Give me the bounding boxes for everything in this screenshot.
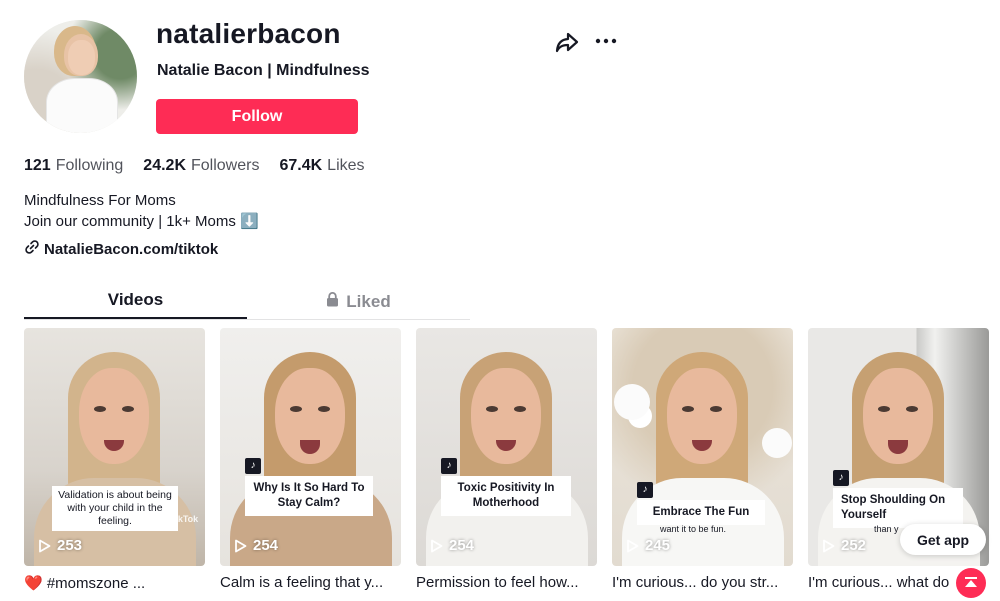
play-count: 253	[38, 537, 82, 554]
tiktok-logo-icon: ♪	[441, 458, 457, 474]
play-count-value: 252	[841, 537, 867, 554]
play-icon	[431, 539, 443, 552]
followers-count: 24.2K	[143, 157, 186, 174]
more-options-icon[interactable]	[594, 30, 618, 52]
tiktok-logo-icon: ♪	[245, 458, 261, 474]
profile-link[interactable]: NatalieBacon.com/tiktok	[24, 239, 218, 259]
video-description[interactable]: Calm is a feeling that y...	[220, 574, 401, 591]
tab-liked[interactable]: Liked	[247, 284, 470, 319]
play-count-value: 253	[57, 537, 83, 554]
play-count: 254	[234, 537, 278, 554]
following-count: 121	[24, 157, 51, 174]
stat-followers[interactable]: 24.2K Followers	[143, 157, 259, 175]
video-thumbnail[interactable]: ♪ Embrace The Fun want it to be fun. 245	[612, 328, 793, 566]
profile-username: natalierbacon	[156, 18, 341, 49]
video-caption: Stop Shoulding On Yourself	[833, 488, 963, 528]
tiktok-logo-icon: ♪	[637, 482, 653, 498]
video-caption: Why Is It So Hard To Stay Calm?	[245, 476, 373, 516]
play-count: 245	[626, 537, 670, 554]
play-count: 252	[822, 537, 866, 554]
play-count-value: 245	[645, 537, 671, 554]
profile-bio: Mindfulness For Moms Join our community …	[24, 190, 259, 232]
video-subcaption: want it to be fun.	[660, 524, 727, 534]
video-description[interactable]: I'm curious... what do	[808, 574, 958, 591]
video-card: ♪ Toxic Positivity In Motherhood 254 Per…	[416, 328, 597, 592]
video-caption: Toxic Positivity In Motherhood	[441, 476, 571, 516]
profile-nickname: Natalie Bacon | Mindfulness	[157, 62, 370, 79]
play-count-value: 254	[449, 537, 475, 554]
video-card: ♪ Embrace The Fun want it to be fun. 245…	[612, 328, 793, 592]
bio-line-2: Join our community | 1k+ Moms ⬇️	[24, 213, 259, 230]
get-app-button[interactable]: Get app	[900, 524, 986, 555]
lock-icon	[326, 286, 339, 318]
play-icon	[235, 539, 247, 552]
tiktok-logo-icon: ♪	[833, 470, 849, 486]
arrow-up-icon	[965, 577, 977, 587]
bio-line-1: Mindfulness For Moms	[24, 192, 176, 209]
play-icon	[823, 539, 835, 552]
followers-label: Followers	[191, 157, 260, 174]
video-card: Validation is about being with your chil…	[24, 328, 205, 592]
share-icon[interactable]	[554, 30, 580, 54]
profile-avatar	[24, 20, 137, 133]
likes-label: Likes	[327, 157, 365, 174]
stat-following[interactable]: 121 Following	[24, 157, 123, 175]
video-grid: Validation is about being with your chil…	[24, 328, 989, 592]
back-to-top-button[interactable]	[956, 568, 986, 598]
video-thumbnail[interactable]: ♪ Why Is It So Hard To Stay Calm? 254	[220, 328, 401, 566]
play-count: 254	[430, 537, 474, 554]
play-icon	[627, 539, 639, 552]
following-label: Following	[55, 157, 124, 174]
video-description[interactable]: Permission to feel how...	[416, 574, 597, 591]
video-subcaption: than y	[874, 524, 899, 534]
tab-liked-label: Liked	[346, 291, 391, 311]
video-caption: Validation is about being with your chil…	[52, 486, 178, 531]
video-caption: Embrace The Fun	[637, 500, 765, 525]
stat-likes: 67.4K Likes	[279, 157, 364, 175]
link-text: NatalieBacon.com/tiktok	[44, 240, 219, 258]
video-thumbnail[interactable]: ♪ Toxic Positivity In Motherhood 254	[416, 328, 597, 566]
tab-videos[interactable]: Videos	[24, 284, 247, 319]
video-description[interactable]: ❤️ #momszone ...	[24, 574, 205, 592]
video-thumbnail[interactable]: Validation is about being with your chil…	[24, 328, 205, 566]
video-description[interactable]: I'm curious... do you str...	[612, 574, 793, 591]
profile-tabs: Videos Liked	[24, 284, 470, 320]
play-count-value: 254	[253, 537, 279, 554]
profile-stats: 121 Following 24.2K Followers 67.4K Likes	[24, 157, 365, 175]
likes-count: 67.4K	[279, 157, 323, 174]
link-icon	[24, 239, 40, 259]
play-icon	[39, 539, 51, 552]
tiktok-watermark: TikTok	[170, 514, 199, 524]
video-card: ♪ Why Is It So Hard To Stay Calm? 254 Ca…	[220, 328, 401, 592]
follow-button[interactable]: Follow	[156, 99, 358, 134]
